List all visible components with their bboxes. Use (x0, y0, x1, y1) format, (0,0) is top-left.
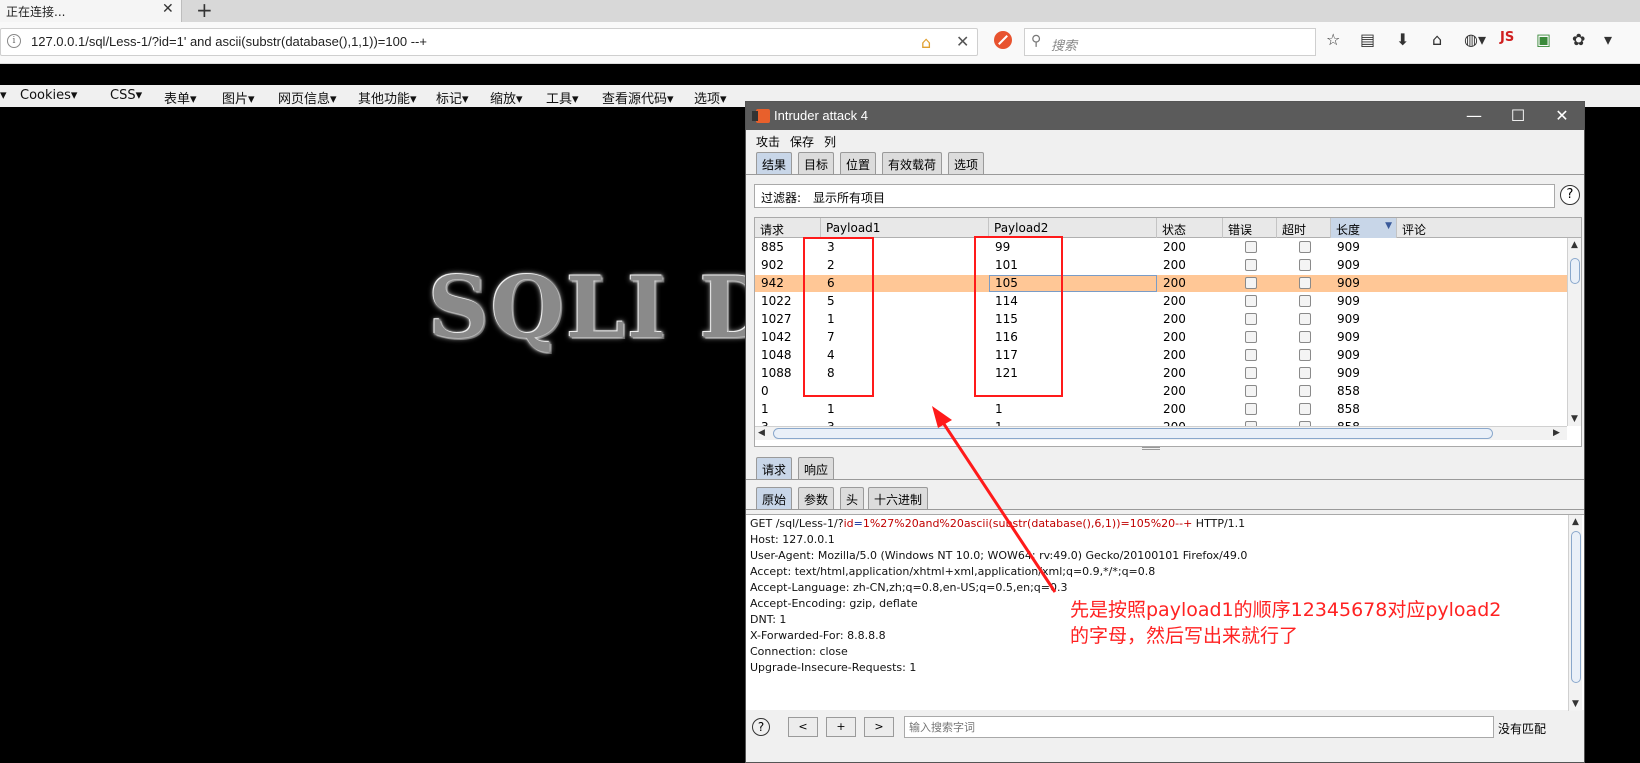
annotation-line-1: 先是按照payload1的顺序12345678对应pyload2 (1070, 599, 1502, 621)
annotation-text: 先是按照payload1的顺序12345678对应pyload2 的字母，然后写… (1070, 597, 1501, 649)
annotation-line-2: 的字母，然后写出来就行了 (1070, 625, 1299, 647)
